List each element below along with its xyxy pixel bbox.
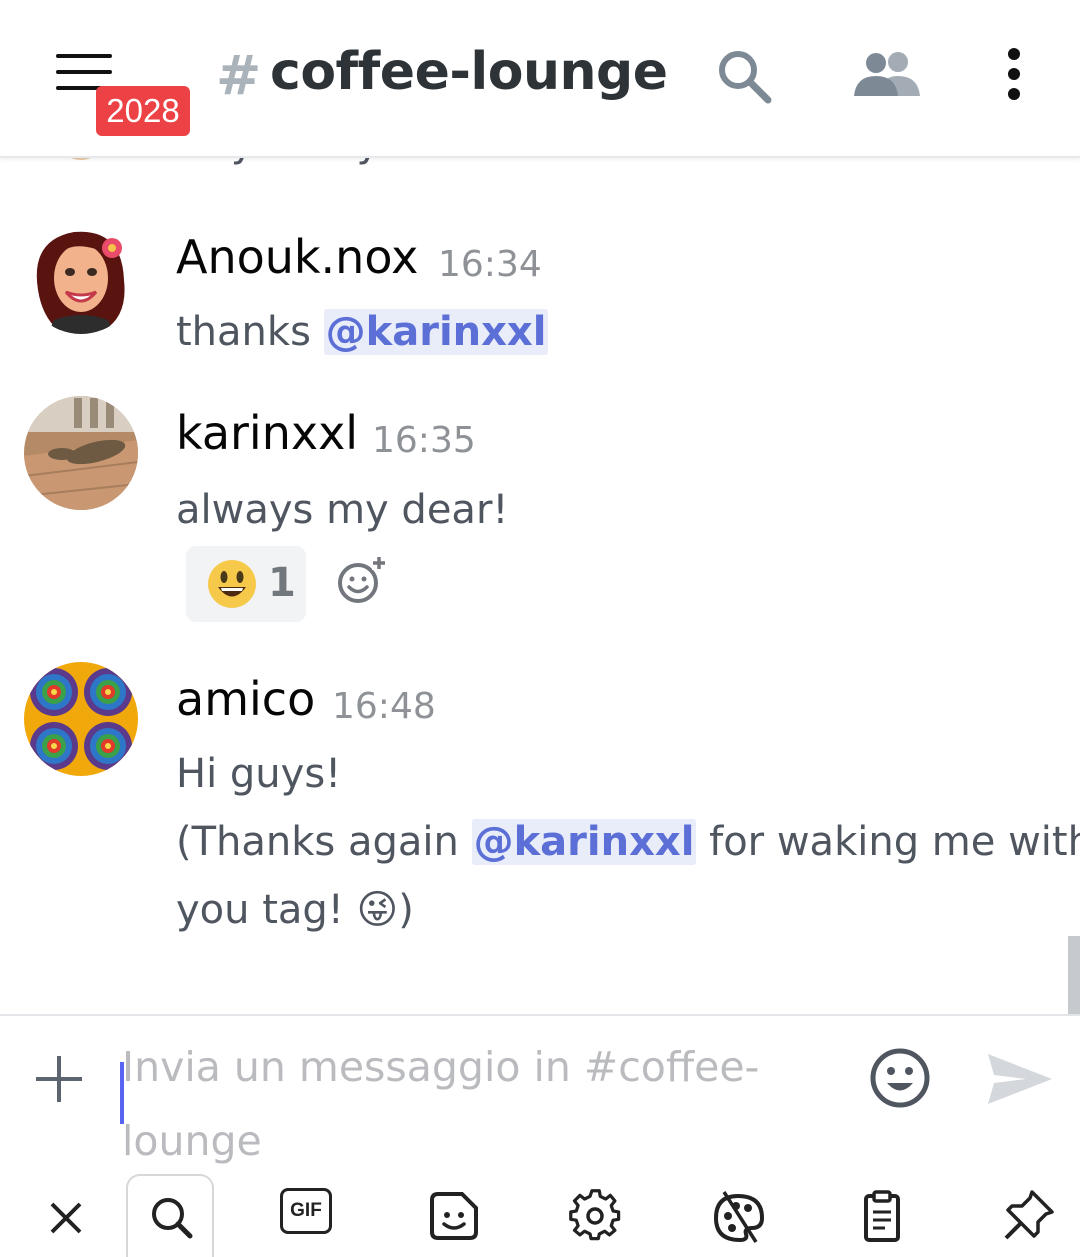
user-mention[interactable]: @karinxxl xyxy=(323,309,549,355)
add-attachment-icon[interactable] xyxy=(36,1056,82,1102)
settings-gear-icon[interactable] xyxy=(564,1188,628,1244)
sticker-icon[interactable] xyxy=(422,1188,486,1244)
grinning-emoji-icon xyxy=(208,560,256,608)
channel-header: 2028 # coffee-lounge xyxy=(0,0,1080,158)
avatar[interactable] xyxy=(24,396,138,510)
message-composer: Invia un messaggio in #coffee-lounge xyxy=(0,1014,1080,1174)
message-text-line: you tag! 😜) xyxy=(176,876,414,944)
message-author[interactable]: karinxxl xyxy=(176,406,358,460)
avatar[interactable] xyxy=(24,220,138,334)
message-text-line: Hi guys! xyxy=(176,751,342,797)
more-options-icon[interactable] xyxy=(1000,48,1028,104)
scrollbar-thumb[interactable] xyxy=(1068,936,1080,1016)
message-timestamp: 16:35 xyxy=(372,420,476,461)
reaction-button[interactable]: 1 xyxy=(186,546,306,622)
message-author[interactable]: amico xyxy=(176,672,315,726)
clipboard-icon[interactable] xyxy=(850,1188,914,1244)
message-input[interactable]: Invia un messaggio in #coffee-lounge xyxy=(120,1022,840,1165)
notification-badge: 2028 xyxy=(96,86,190,136)
message-timestamp: 16:34 xyxy=(438,244,542,285)
reaction-count: 1 xyxy=(268,560,296,606)
gif-icon[interactable]: GIF xyxy=(280,1188,344,1244)
message-text-fragment: (Thanks again xyxy=(176,819,472,865)
keyboard-search-icon[interactable] xyxy=(126,1174,214,1257)
message-text-fragment: thanks xyxy=(176,309,324,355)
search-icon[interactable] xyxy=(716,48,772,104)
send-icon[interactable] xyxy=(986,1052,1054,1106)
pin-icon[interactable] xyxy=(996,1188,1060,1244)
channel-hash-icon: # xyxy=(216,44,262,107)
message: Anouk.nox 16:34 thanks @karinxxl xyxy=(0,220,1080,370)
message-text-line: (Thanks again @karinxxl for waking me wi… xyxy=(176,808,1080,876)
members-icon[interactable] xyxy=(852,50,924,98)
message-text-fragment: ) xyxy=(398,887,414,933)
message: amico 16:48 Hi guys! (Thanks again @kari… xyxy=(0,662,1080,942)
emoji-picker-icon[interactable] xyxy=(868,1046,932,1110)
message-text-fragment: you tag! xyxy=(176,887,357,933)
theme-palette-icon[interactable] xyxy=(706,1188,770,1244)
add-reaction-icon[interactable] xyxy=(336,556,386,606)
message: karinxxl 16:35 always my dear! xyxy=(0,396,1080,636)
keyboard-toolbar: GIF xyxy=(0,1174,1080,1257)
message-input-placeholder: Invia un messaggio in #coffee-lounge xyxy=(122,1043,760,1165)
close-icon[interactable] xyxy=(34,1188,98,1244)
message-author[interactable]: Anouk.nox xyxy=(176,230,418,284)
avatar[interactable] xyxy=(24,662,138,776)
winking-tongue-emoji: 😜 xyxy=(356,887,399,933)
message-text-fragment: for waking me with xyxy=(696,819,1080,865)
message-text: always my dear! xyxy=(176,487,509,533)
channel-title: coffee-lounge xyxy=(270,42,668,102)
message-timestamp: 16:48 xyxy=(332,686,436,727)
message-text: thanks @karinxxl xyxy=(176,298,549,366)
user-mention[interactable]: @karinxxl xyxy=(471,819,697,865)
gif-label: GIF xyxy=(280,1188,332,1234)
